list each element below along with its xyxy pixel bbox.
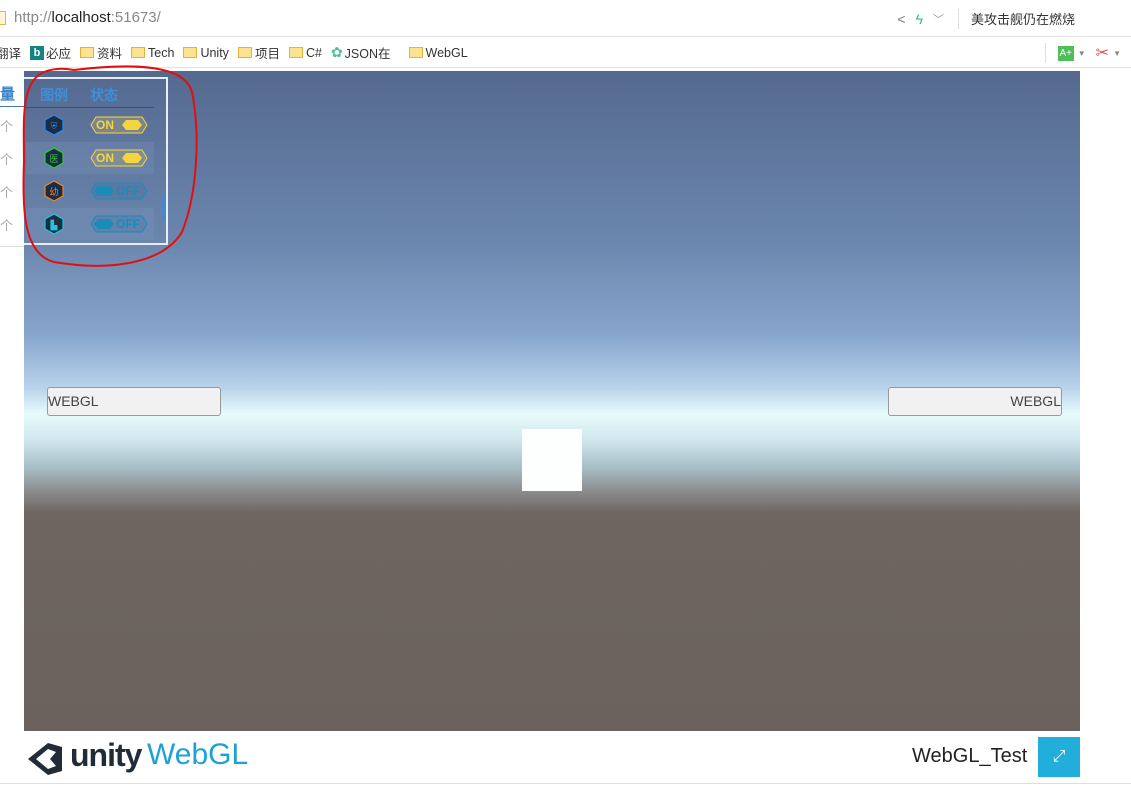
fullscreen-icon: ⤢: [1052, 748, 1066, 765]
toggle-label: ON: [96, 151, 114, 165]
scrollbar[interactable]: [162, 193, 165, 221]
site-favicon: [0, 11, 6, 25]
bookmark-folder[interactable]: WebGL: [408, 45, 468, 60]
bookmark-translate[interactable]: 翻译: [0, 43, 21, 62]
bookmark-folder[interactable]: Unity: [183, 45, 229, 60]
kindergarten-icon: 幼: [44, 180, 64, 202]
svg-text:医: 医: [49, 154, 58, 165]
bookmark-json[interactable]: ✿ JSON在: [331, 43, 391, 62]
legend-row: 医 ON: [26, 142, 154, 174]
shield-icon: ⛨: [44, 114, 64, 136]
divider: [1044, 43, 1046, 63]
bookmark-folder[interactable]: 资料: [80, 43, 122, 62]
table-cell: 个: [0, 119, 14, 134]
table-header-quantity: 量: [0, 86, 16, 103]
unity-canvas[interactable]: WEBGL WEBGL: [24, 71, 1080, 731]
url-field[interactable]: http://localhost:51673/: [14, 9, 161, 26]
header-divider: [0, 106, 24, 107]
divider: [957, 8, 959, 29]
input-value: WEBGL: [1010, 393, 1061, 409]
news-ticker[interactable]: 美攻击舰仍在燃烧: [971, 9, 1075, 28]
gear-icon: ✿: [330, 44, 343, 60]
legend-panel: 图例 状态 ⛨ ON 医 ON 幼 OFF ▙ OFF: [24, 77, 168, 245]
toggle-label: ON: [96, 118, 114, 132]
toggle-label: OFF: [116, 217, 140, 231]
svg-text:幼: 幼: [49, 186, 58, 198]
legend-row: 幼 OFF: [26, 175, 154, 207]
status-toggle[interactable]: ON: [90, 116, 148, 134]
lightning-icon[interactable]: ϟ: [916, 11, 923, 27]
bookmark-label: 必应: [46, 47, 72, 61]
status-header: 状态: [90, 87, 118, 103]
logo-unity-text: unity: [70, 737, 142, 773]
footer: unity WebGL WebGL_Test ⤢: [0, 731, 1131, 787]
bookmark-label: Unity: [200, 45, 229, 60]
bookmark-label: 翻译: [0, 47, 22, 61]
bookmark-label: JSON在: [344, 47, 391, 61]
header-divider: [26, 107, 154, 108]
bookmark-label: Tech: [148, 45, 175, 60]
scissors-icon[interactable]: ✂: [1096, 43, 1109, 63]
status-toggle[interactable]: OFF: [90, 215, 148, 233]
input-value: WEBGL: [48, 393, 99, 409]
bookmark-label: 项目: [254, 47, 280, 61]
translate-extension-icon[interactable]: A+: [1057, 45, 1074, 61]
fullscreen-button[interactable]: ⤢: [1038, 737, 1080, 777]
toggle-label: OFF: [116, 184, 140, 198]
divider: [0, 783, 1131, 784]
bookmark-bing[interactable]: b 必应: [30, 43, 71, 62]
logo-webgl-text: WebGL: [147, 738, 249, 771]
address-bar: http://localhost:51673/ < ϟ ﹀ 美攻击舰仍在燃烧: [0, 0, 1131, 37]
bookmark-label: 资料: [97, 47, 123, 61]
status-toggle[interactable]: ON: [90, 149, 148, 167]
bing-icon: b: [30, 45, 45, 60]
table-cell: 个: [0, 185, 14, 200]
legend-row: ⛨ ON: [26, 109, 154, 141]
bookmark-label: WebGL: [425, 45, 468, 60]
folder-icon: [408, 47, 423, 58]
white-cube: [522, 429, 582, 491]
app-title: WebGL_Test: [912, 745, 1028, 767]
table-cell: 个: [0, 218, 14, 233]
table-cell: 个: [0, 152, 14, 167]
left-text-input[interactable]: WEBGL: [47, 387, 221, 416]
data-table-partial: 量 个 个 个 个: [0, 71, 24, 247]
right-text-input[interactable]: WEBGL: [888, 387, 1062, 416]
svg-text:▙: ▙: [50, 219, 59, 231]
bookmark-folder[interactable]: Tech: [131, 46, 174, 60]
bookmark-folder[interactable]: C#: [288, 45, 322, 60]
bookmark-label: C#: [305, 45, 322, 60]
legend-header: 图例: [40, 87, 68, 103]
svg-text:⛨: ⛨: [51, 122, 58, 132]
bookmarks-bar: 翻译 b 必应 资料 Tech Unity 项目 C# ✿ JSON在 WebGL …: [0, 38, 1131, 68]
bookmark-folder[interactable]: 项目: [237, 43, 280, 62]
url-scheme: http://: [14, 9, 52, 26]
hospital-icon: 医: [44, 147, 64, 169]
share-icon[interactable]: <: [897, 11, 905, 27]
folder-icon: [288, 47, 303, 58]
url-host: localhost: [51, 9, 111, 26]
dropdown-arrow-icon[interactable]: ▼: [1078, 49, 1086, 58]
folder-icon: [131, 47, 146, 58]
dropdown-arrow-icon[interactable]: ▼: [1113, 49, 1121, 58]
chevron-down-icon[interactable]: ﹀: [933, 11, 944, 27]
folder-icon: [237, 47, 252, 58]
legend-row: ▙ OFF: [26, 208, 154, 240]
folder-icon: [80, 47, 95, 58]
building-icon: ▙: [44, 213, 64, 235]
folder-icon: [183, 47, 198, 58]
unity-logo-icon: [28, 743, 62, 775]
url-port: :51673/: [110, 9, 161, 26]
status-toggle[interactable]: OFF: [90, 182, 148, 200]
